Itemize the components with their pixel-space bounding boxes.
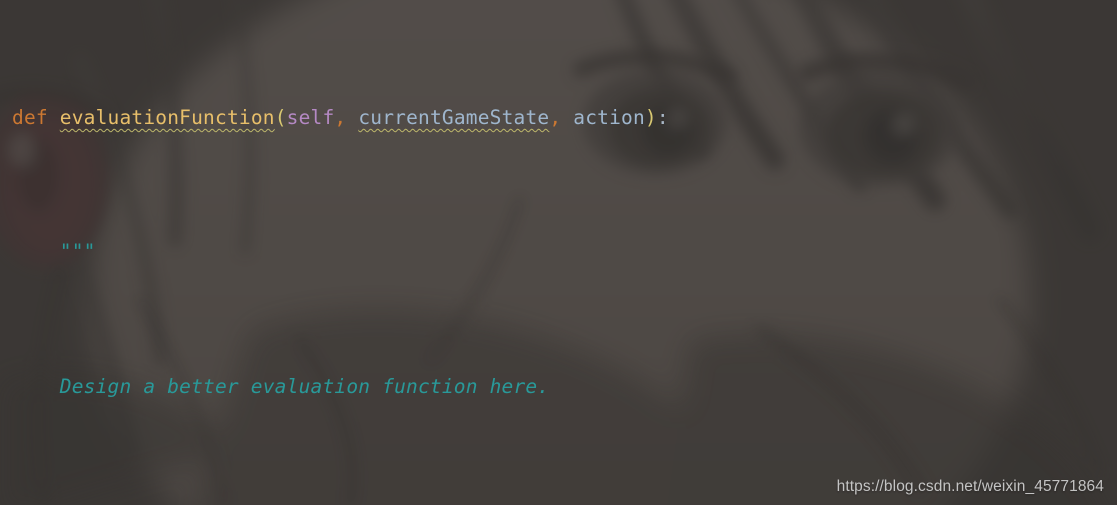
keyword-def: def — [12, 105, 48, 129]
comma-1: , — [334, 105, 347, 129]
param-self: self — [286, 105, 335, 129]
param-action: action — [573, 105, 645, 129]
docstring-open-quotes: """ — [59, 240, 96, 264]
param-currentgamestate: currentGameState — [358, 105, 550, 129]
comma-2: , — [549, 105, 562, 129]
code-line-docstring-open: """ — [0, 235, 1117, 269]
function-name: evaluationFunction — [59, 105, 275, 129]
code-line-doc-1: Design a better evaluation function here… — [0, 370, 1117, 404]
docstring-text: Design a better evaluation function here… — [59, 374, 550, 398]
close-paren: ) — [644, 105, 657, 129]
code-line-signature: def evaluationFunction(self, currentGame… — [0, 101, 1117, 135]
open-paren: ( — [274, 105, 287, 129]
code-editor-window: def evaluationFunction(self, currentGame… — [0, 0, 1117, 505]
code-text-area[interactable]: def evaluationFunction(self, currentGame… — [0, 0, 1117, 505]
csdn-watermark: https://blog.csdn.net/weixin_45771864 — [836, 478, 1104, 495]
signature-colon: : — [656, 105, 669, 129]
